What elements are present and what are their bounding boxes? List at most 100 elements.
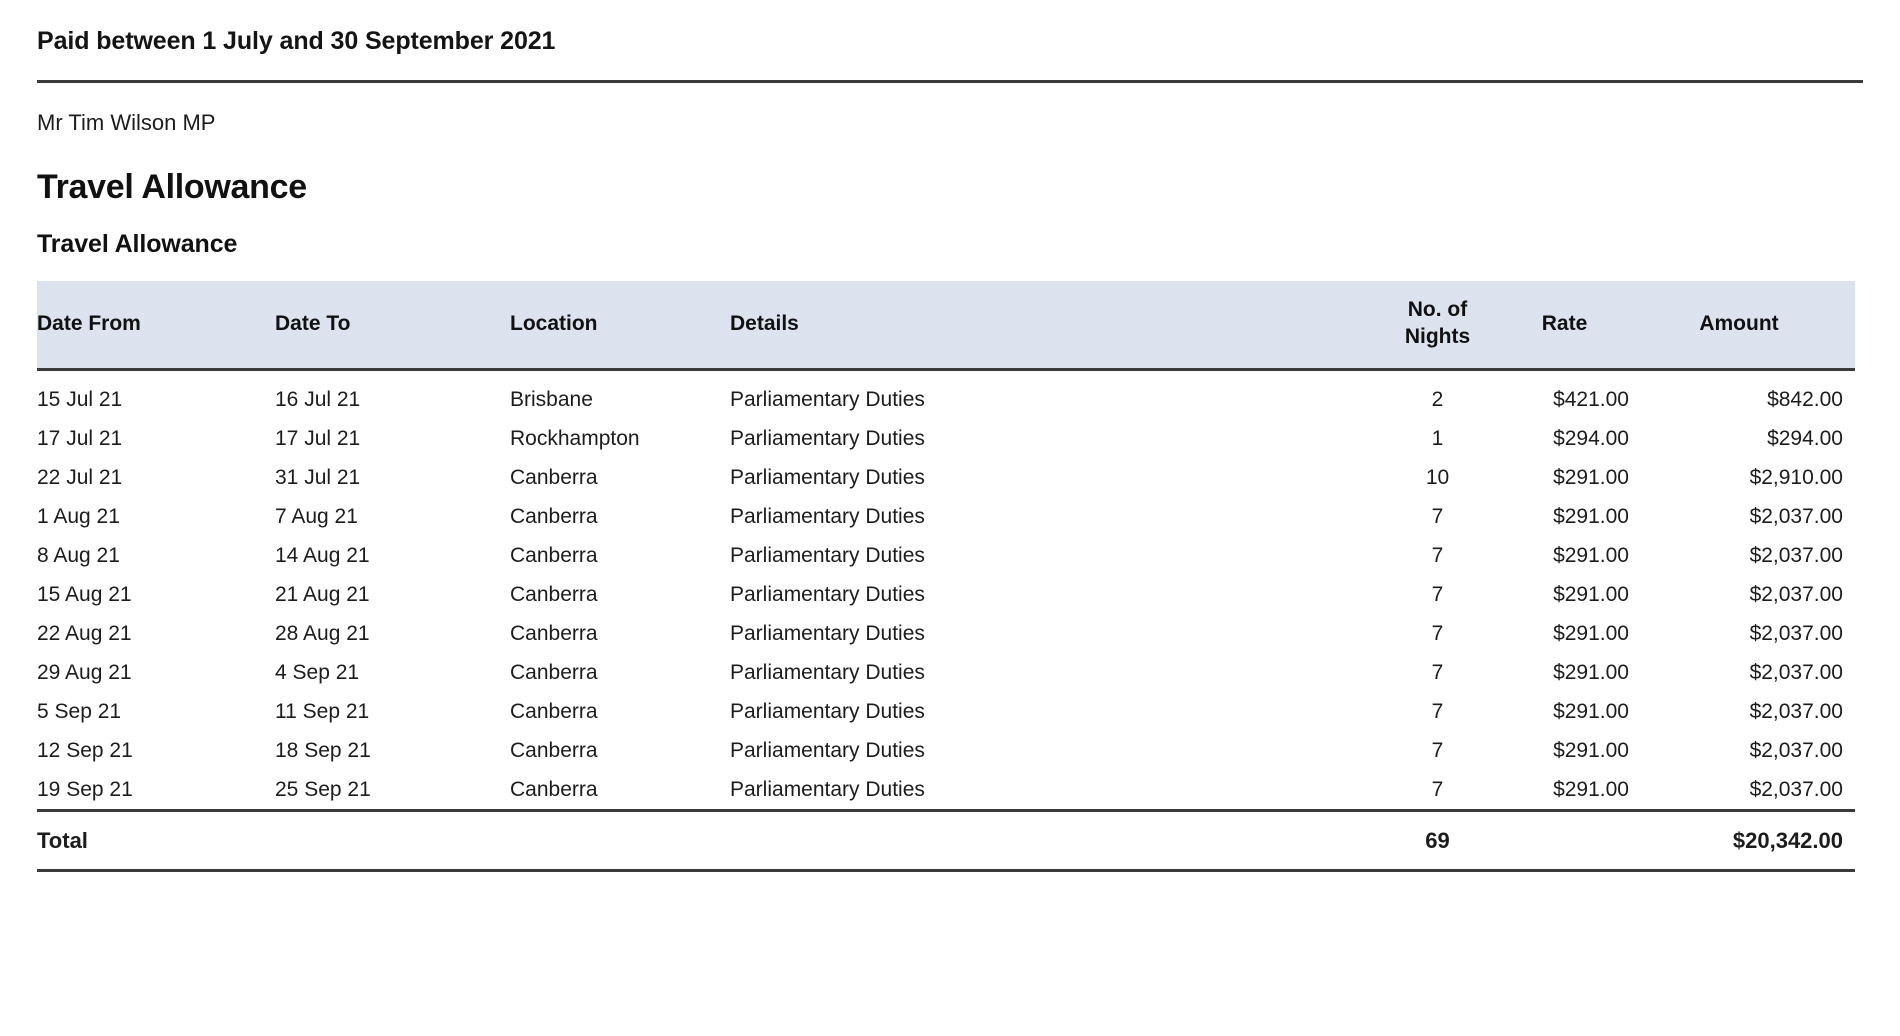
table-total-row: Total 69 $20,342.00: [37, 810, 1855, 871]
cell-details: Parliamentary Duties: [730, 660, 925, 684]
cell-date-from: 12 Sep 21: [37, 738, 133, 762]
cell-nights: 2: [1431, 387, 1444, 411]
column-header-date-from: Date From: [37, 281, 275, 370]
cell-location: Canberra: [510, 543, 598, 567]
cell-nights: 7: [1431, 738, 1444, 762]
cell-date-to: 31 Jul 21: [275, 465, 361, 489]
cell-details: Parliamentary Duties: [730, 777, 925, 801]
cell-date-to: 18 Sep 21: [275, 738, 371, 762]
cell-details: Parliamentary Duties: [730, 387, 925, 411]
cell-date-from: 22 Aug 21: [37, 621, 132, 645]
column-header-location: Location: [510, 281, 730, 370]
cell-rate: $291.00: [1553, 660, 1629, 684]
cell-date-to: 25 Sep 21: [275, 777, 371, 801]
cell-date-to: 16 Jul 21: [275, 387, 361, 411]
cell-date-from: 17 Jul 21: [37, 426, 123, 450]
cell-date-from: 5 Sep 21: [37, 699, 122, 723]
cell-date-from: 19 Sep 21: [37, 777, 133, 801]
table-body: 15 Jul 21 16 Jul 21 Brisbane Parliamentary …: [37, 369, 1855, 871]
cell-nights: 7: [1431, 582, 1444, 606]
cell-details: Parliamentary Duties: [730, 738, 925, 762]
cell-date-to: 28 Aug 21: [275, 621, 370, 645]
cell-rate: $291.00: [1553, 777, 1629, 801]
total-label: Total: [37, 828, 88, 854]
cell-amount: $842.00: [1767, 387, 1843, 411]
cell-rate: $291.00: [1553, 738, 1629, 762]
cell-amount: $2,037.00: [1749, 660, 1843, 684]
cell-amount: $2,037.00: [1749, 699, 1843, 723]
column-header-no-of-nights-line2: Nights: [1404, 325, 1471, 349]
cell-location: Brisbane: [510, 387, 593, 411]
cell-amount: $2,037.00: [1749, 621, 1843, 645]
cell-details: Parliamentary Duties: [730, 426, 925, 450]
table-row: 22 Aug 21 28 Aug 21 Canberra Parliamentary …: [37, 614, 1855, 653]
document-page: Paid between 1 July and 30 September 202…: [0, 0, 1900, 1036]
cell-details: Parliamentary Duties: [730, 699, 925, 723]
section-title: Travel Allowance: [37, 168, 307, 207]
column-header-no-of-nights-line1: No. of: [1407, 298, 1468, 322]
cell-nights: 7: [1431, 660, 1444, 684]
cell-details: Parliamentary Duties: [730, 582, 925, 606]
cell-rate: $291.00: [1553, 465, 1629, 489]
cell-nights: 7: [1431, 699, 1444, 723]
cell-date-from: 1 Aug 21: [37, 504, 120, 528]
cell-details: Parliamentary Duties: [730, 621, 925, 645]
table-row: 19 Sep 21 25 Sep 21 Canberra Parliamentary …: [37, 770, 1855, 811]
member-name: Mr Tim Wilson MP: [37, 110, 216, 135]
cell-rate: $291.00: [1553, 582, 1629, 606]
cell-location: Rockhampton: [510, 426, 640, 450]
column-header-amount: Amount: [1635, 281, 1855, 370]
cell-location: Canberra: [510, 699, 598, 723]
cell-amount: $2,037.00: [1749, 504, 1843, 528]
cell-details: Parliamentary Duties: [730, 504, 925, 528]
cell-nights: 7: [1431, 504, 1444, 528]
section-subtitle: Travel Allowance: [37, 230, 238, 259]
total-spacer-location: [510, 810, 730, 870]
total-spacer-details: [730, 810, 1375, 870]
cell-location: Canberra: [510, 465, 598, 489]
cell-location: Canberra: [510, 777, 598, 801]
cell-rate: $291.00: [1553, 504, 1629, 528]
total-nights: 69: [1425, 828, 1450, 854]
cell-rate: $421.00: [1553, 387, 1629, 411]
table-row: 5 Sep 21 11 Sep 21 Canberra Parliamentary D…: [37, 692, 1855, 731]
table-row: 22 Jul 21 31 Jul 21 Canberra Parliamentary …: [37, 458, 1855, 497]
cell-rate: $291.00: [1553, 699, 1629, 723]
table-row: 8 Aug 21 14 Aug 21 Canberra Parliamentary D…: [37, 536, 1855, 575]
cell-date-from: 15 Aug 21: [37, 582, 132, 606]
cell-date-to: 14 Aug 21: [275, 543, 370, 567]
table-header-row: Date From Date To Location Details No. o…: [37, 281, 1855, 370]
total-amount: $20,342.00: [1732, 828, 1843, 854]
cell-rate: $291.00: [1553, 621, 1629, 645]
cell-date-to: 11 Sep 21: [275, 699, 370, 723]
cell-date-to: 21 Aug 21: [275, 582, 370, 606]
table-row: 17 Jul 21 17 Jul 21 Rockhampton Parliamenta…: [37, 419, 1855, 458]
cell-date-from: 22 Jul 21: [37, 465, 123, 489]
cell-date-to: 7 Aug 21: [275, 504, 358, 528]
column-header-rate: Rate: [1500, 281, 1635, 370]
travel-allowance-table: Date From Date To Location Details No. o…: [37, 281, 1855, 872]
cell-location: Canberra: [510, 504, 598, 528]
cell-location: Canberra: [510, 582, 598, 606]
cell-location: Canberra: [510, 738, 598, 762]
column-header-date-to: Date To: [275, 281, 510, 370]
cell-amount: $2,037.00: [1749, 582, 1843, 606]
cell-date-from: 29 Aug 21: [37, 660, 132, 684]
cell-amount: $2,910.00: [1749, 465, 1843, 489]
cell-amount: $294.00: [1767, 426, 1843, 450]
cell-amount: $2,037.00: [1749, 777, 1843, 801]
cell-nights: 10: [1425, 465, 1450, 489]
cell-date-from: 15 Jul 21: [37, 387, 123, 411]
cell-details: Parliamentary Duties: [730, 543, 925, 567]
total-spacer-date-to: [275, 810, 510, 870]
cell-date-from: 8 Aug 21: [37, 543, 120, 567]
table-row: 1 Aug 21 7 Aug 21 Canberra Parliamentary Du…: [37, 497, 1855, 536]
cell-nights: 1: [1431, 426, 1444, 450]
cell-details: Parliamentary Duties: [730, 465, 925, 489]
total-rate: [1500, 810, 1635, 870]
cell-rate: $291.00: [1553, 543, 1629, 567]
cell-nights: 7: [1431, 777, 1444, 801]
cell-location: Canberra: [510, 660, 598, 684]
period-heading: Paid between 1 July and 30 September 202…: [37, 27, 556, 55]
table-row: 15 Aug 21 21 Aug 21 Canberra Parliamentary …: [37, 575, 1855, 614]
